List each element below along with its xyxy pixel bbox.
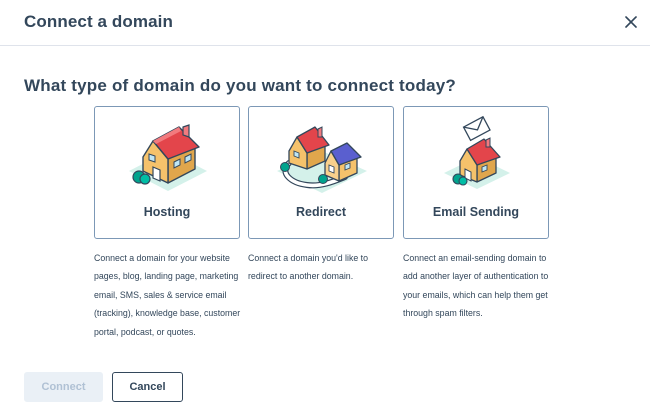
option-card-hosting[interactable]: Hosting xyxy=(94,106,240,239)
close-icon[interactable] xyxy=(620,11,642,33)
connect-domain-dialog: Connect a domain What type of domain do … xyxy=(0,0,650,416)
question-heading: What type of domain do you want to conne… xyxy=(24,76,456,95)
option-description-hosting: Connect a domain for your website pages,… xyxy=(94,253,241,337)
option-card-redirect[interactable]: Redirect xyxy=(248,106,394,239)
option-label-redirect: Redirect xyxy=(295,205,347,219)
option-description-redirect: Connect a domain you'd like to redirect … xyxy=(248,253,369,282)
connect-button[interactable]: Connect xyxy=(24,372,103,402)
option-label-hosting: Hosting xyxy=(143,205,191,219)
dialog-header: Connect a domain xyxy=(0,0,650,46)
option-label-email-sending: Email Sending xyxy=(432,205,520,219)
two-houses-redirect-icon xyxy=(277,126,367,193)
option-card-email-sending[interactable]: Email Sending xyxy=(403,106,549,239)
house-with-envelope-icon xyxy=(444,115,510,189)
cancel-button[interactable]: Cancel xyxy=(112,372,183,402)
dialog-title: Connect a domain xyxy=(24,12,173,31)
option-description-email-sending: Connect an email-sending domain to add a… xyxy=(403,253,549,319)
house-icon xyxy=(129,124,207,191)
